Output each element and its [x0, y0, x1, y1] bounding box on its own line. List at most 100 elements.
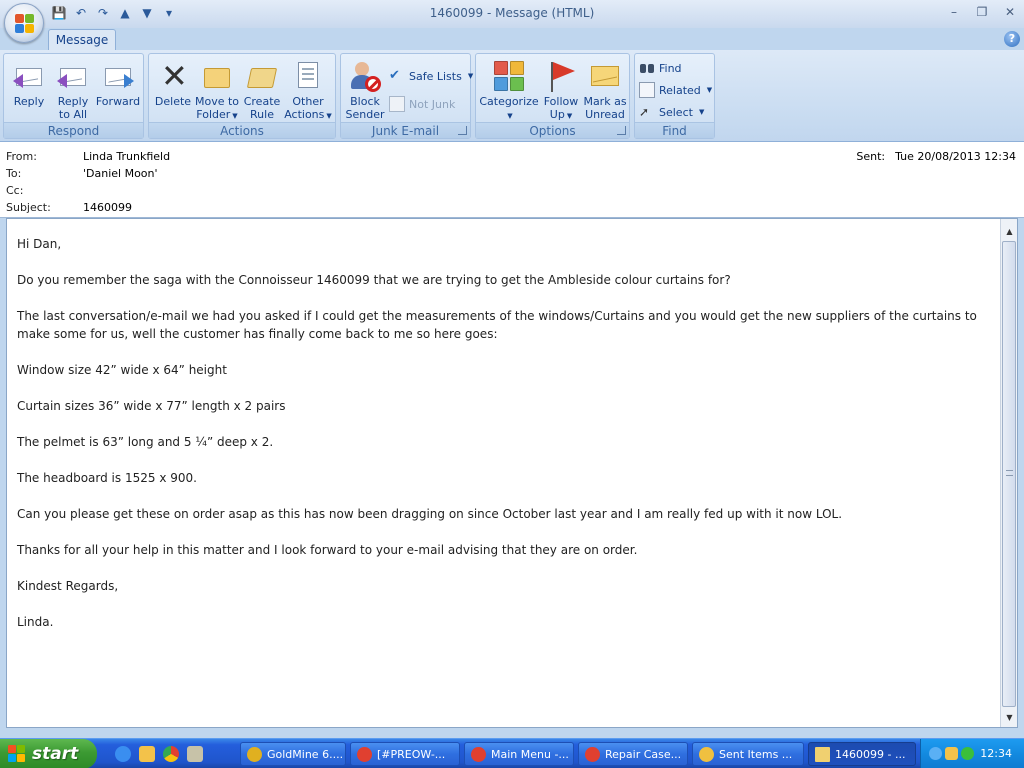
windows-logo-icon [8, 745, 26, 763]
body-paragraph: Curtain sizes 36” wide x 77” length x 2 … [17, 399, 286, 413]
from-label: From: [6, 150, 37, 163]
move-to-folder-button[interactable]: Move to Folder ▼ [193, 58, 241, 122]
chrome-icon [357, 746, 372, 762]
document-icon [292, 60, 324, 92]
from-value[interactable]: Linda Trunkfield [83, 150, 170, 167]
safe-lists-button[interactable]: ✔ Safe Lists ▼ [389, 66, 473, 86]
close-button[interactable]: ✕ [1002, 4, 1018, 20]
message-header: From: Linda Trunkfield To: 'Daniel Moon'… [0, 142, 1024, 218]
other-actions-button[interactable]: Other Actions ▼ [283, 58, 333, 122]
sent-row: Sent: Tue 20/08/2013 12:34 [856, 150, 1016, 163]
goldmine-icon [247, 746, 262, 762]
not-junk-icon [389, 96, 405, 112]
taskbar-button-goldmine[interactable]: GoldMine 6.... [240, 742, 346, 766]
to-row: To: 'Daniel Moon' [6, 167, 158, 184]
help-icon[interactable]: ? [1004, 31, 1020, 47]
group-label-junk: Junk E-mail [341, 122, 470, 138]
chrome-icon[interactable] [163, 746, 179, 762]
forward-button[interactable]: Forward [94, 58, 142, 122]
select-button[interactable]: ➚ Select ▼ [639, 102, 704, 122]
create-rule-button[interactable]: Create Rule [241, 58, 283, 122]
mark-as-unread-button[interactable]: Mark as Unread [582, 58, 628, 122]
group-actions: ✕ Delete Move to Folder ▼ Create Rule Oth… [148, 53, 336, 139]
taskbar-button-main-menu[interactable]: Main Menu -... [464, 742, 574, 766]
junk-dialog-launcher[interactable] [458, 126, 467, 135]
delete-button[interactable]: ✕ Delete [153, 58, 193, 122]
subject-row: Subject: 1460099 [6, 201, 132, 218]
body-paragraph: The last conversation/e-mail we had you … [17, 309, 977, 341]
quick-access-toolbar: 💾 ↶ ↷ ▲ ▼ ▾ [50, 4, 178, 22]
office-logo-icon [15, 14, 35, 34]
unread-envelope-icon [589, 60, 621, 92]
related-button[interactable]: Related ▼ [639, 80, 712, 100]
restore-button[interactable]: ❐ [974, 4, 990, 20]
ribbon-tabs: Message ? [0, 28, 1024, 50]
body-paragraph: Kindest Regards, [17, 579, 119, 593]
taskbar-button-message[interactable]: 1460099 - ... [808, 742, 916, 766]
not-junk-button[interactable]: Not Junk [389, 94, 455, 114]
flag-icon [545, 60, 577, 92]
body-paragraph: The pelmet is 63” long and 5 ¼” deep x 2… [17, 435, 274, 449]
undo-icon[interactable]: ↶ [72, 4, 90, 22]
outlook-icon[interactable] [139, 746, 155, 762]
scrollbar-thumb[interactable] [1002, 241, 1016, 707]
chrome-icon [585, 746, 600, 762]
tray-outlook-icon[interactable] [945, 747, 958, 760]
folder-icon [201, 60, 233, 92]
save-icon[interactable]: 💾 [50, 4, 68, 22]
group-options: Categorize ▼ Follow Up ▼ Mark as Unread Op… [475, 53, 630, 139]
cursor-arrow-icon: ➚ [639, 105, 650, 119]
taskbar-button-preow[interactable]: [#PREOW-... [350, 742, 460, 766]
body-paragraph: Thanks for all your help in this matter … [17, 543, 638, 557]
subject-label: Subject: [6, 201, 51, 214]
customize-qat-icon[interactable]: ▾ [160, 4, 178, 22]
taskbar: start GoldMine 6.... [#PREOW-... Main Me… [0, 738, 1024, 768]
find-button[interactable]: Find [639, 58, 682, 78]
to-value[interactable]: 'Daniel Moon' [83, 167, 158, 184]
office-button[interactable] [4, 3, 44, 43]
reply-all-button[interactable]: Reply to All [50, 58, 96, 122]
ie-icon[interactable] [115, 746, 131, 762]
start-button[interactable]: start [0, 739, 97, 768]
body-paragraph: Hi Dan, [17, 237, 62, 251]
quick-launch [115, 746, 203, 762]
vertical-scrollbar[interactable]: ▲ ▼ [1000, 219, 1017, 727]
group-junk-email: Block Sender ✔ Safe Lists ▼ Not Junk Junk… [340, 53, 473, 139]
options-dialog-launcher[interactable] [617, 126, 626, 135]
body-paragraph: Linda. [17, 615, 54, 629]
minimize-button[interactable]: – [946, 4, 962, 20]
forward-icon [102, 60, 134, 92]
to-label: To: [6, 167, 22, 180]
tray-status-icon[interactable] [961, 747, 974, 760]
system-tray: 12:34 [920, 739, 1024, 768]
redo-icon[interactable]: ↷ [94, 4, 112, 22]
outlook-icon [699, 746, 714, 762]
body-paragraph: Window size 42” wide x 64” height [17, 363, 227, 377]
app-icon[interactable] [187, 746, 203, 762]
tray-chevron-icon[interactable] [929, 747, 942, 760]
group-respond: Reply Reply to All Forward Respond [3, 53, 144, 139]
related-icon [639, 82, 655, 98]
message-text: Hi Dan, Do you remember the saga with th… [17, 235, 992, 649]
taskbar-button-sent-items[interactable]: Sent Items ... [692, 742, 804, 766]
next-item-icon[interactable]: ▼ [138, 4, 156, 22]
sent-label: Sent: [856, 150, 886, 163]
previous-item-icon[interactable]: ▲ [116, 4, 134, 22]
envelope-icon [815, 746, 830, 762]
body-paragraph: Can you please get these on order asap a… [17, 507, 843, 521]
group-label-options: Options [476, 122, 629, 138]
scroll-up-icon[interactable]: ▲ [1002, 225, 1017, 239]
block-sender-button[interactable]: Block Sender [343, 58, 387, 122]
ribbon: Reply Reply to All Forward Respond ✕ Del… [0, 50, 1024, 142]
group-label-find: Find [635, 122, 714, 138]
reply-button[interactable]: Reply [8, 58, 50, 122]
taskbar-button-repair-case[interactable]: Repair Case... [578, 742, 688, 766]
cc-label: Cc: [6, 184, 24, 197]
message-body[interactable]: Hi Dan, Do you remember the saga with th… [6, 218, 1018, 728]
scroll-down-icon[interactable]: ▼ [1002, 711, 1017, 725]
clock: 12:34 [980, 747, 1012, 760]
categorize-button[interactable]: Categorize ▼ [478, 58, 540, 122]
body-paragraph: Do you remember the saga with the Connoi… [17, 273, 731, 287]
tab-message[interactable]: Message [48, 29, 116, 50]
follow-up-button[interactable]: Follow Up ▼ [540, 58, 582, 122]
